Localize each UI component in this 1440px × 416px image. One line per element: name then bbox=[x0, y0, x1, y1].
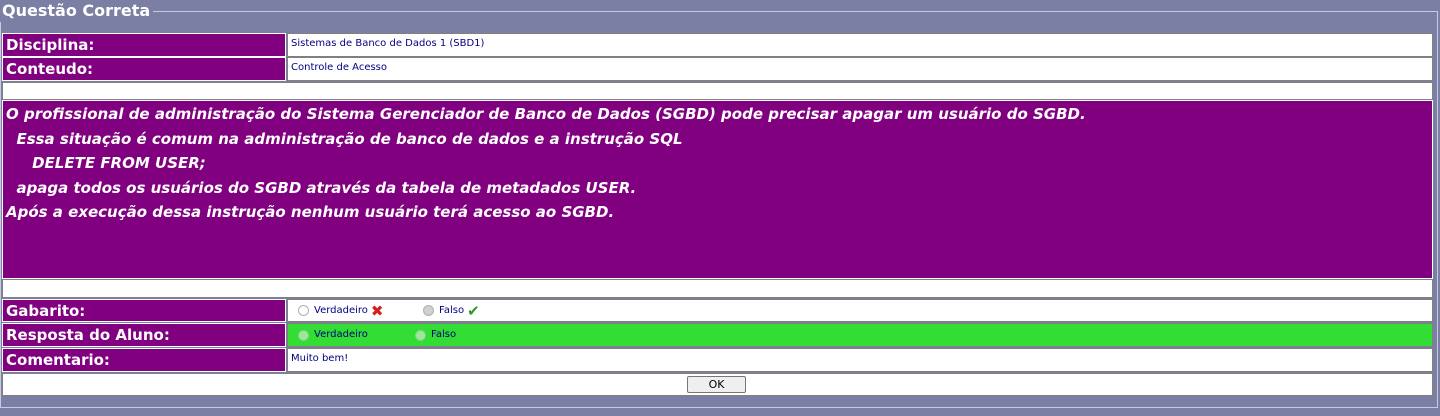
disciplina-row: Disciplina: Sistemas de Banco de Dados 1… bbox=[2, 33, 1433, 57]
panel-title: Questão Correta bbox=[0, 0, 154, 22]
gabarito-option-verdadeiro: Verdadeiro ✖ bbox=[298, 301, 423, 321]
gabarito-option-falso: Falso ✔ bbox=[423, 301, 480, 321]
comentario-value: Muito bem! bbox=[287, 348, 1433, 372]
question-line-4: DELETE FROM USER; bbox=[6, 154, 206, 172]
radio-icon bbox=[415, 329, 426, 341]
resposta-row: Resposta do Aluno: Verdadeiro Falso bbox=[2, 323, 1433, 347]
panel-border-bottom bbox=[0, 407, 1438, 408]
question-panel: Questão Correta Disciplina: Sistemas de … bbox=[0, 0, 1440, 416]
gabarito-option-label: Verdadeiro bbox=[314, 304, 368, 316]
resposta-option-falso: Falso bbox=[415, 325, 456, 345]
question-line-2: Essa situação é comum na administração d… bbox=[6, 129, 683, 148]
question-line-1: O profissional de administração do Siste… bbox=[6, 105, 1086, 123]
question-text: O profissional de administração do Siste… bbox=[2, 100, 1433, 279]
gabarito-options: Verdadeiro ✖ Falso ✔ bbox=[287, 299, 1433, 322]
x-icon: ✖ bbox=[370, 301, 384, 320]
comentario-row: Comentario: Muito bem! bbox=[2, 348, 1433, 372]
gabarito-option-label: Falso bbox=[439, 304, 465, 316]
spacer-row bbox=[2, 279, 1433, 298]
gabarito-row: Gabarito: Verdadeiro ✖ Falso ✔ bbox=[2, 299, 1433, 322]
radio-icon bbox=[298, 329, 309, 341]
ok-button[interactable]: OK bbox=[687, 376, 746, 393]
conteudo-row: Conteudo: Controle de Acesso bbox=[2, 57, 1433, 81]
gabarito-label: Gabarito: bbox=[2, 299, 286, 322]
resposta-option-label: Verdadeiro bbox=[314, 329, 368, 340]
panel-border-top bbox=[152, 11, 1438, 12]
spacer-row bbox=[2, 82, 1433, 100]
comentario-label: Comentario: bbox=[2, 348, 286, 372]
conteudo-label: Conteudo: bbox=[2, 57, 286, 81]
resposta-option-verdadeiro: Verdadeiro bbox=[298, 325, 415, 345]
disciplina-value: Sistemas de Banco de Dados 1 (SBD1) bbox=[287, 33, 1433, 57]
resposta-options: Verdadeiro Falso bbox=[287, 323, 1433, 347]
resposta-label: Resposta do Aluno: bbox=[2, 323, 286, 347]
question-line-6: apaga todos os usuários do SGBD através … bbox=[6, 178, 637, 197]
resposta-option-label: Falso bbox=[431, 329, 457, 340]
question-line-8: Após a execução dessa instrução nenhum u… bbox=[6, 203, 615, 221]
radio-icon bbox=[423, 305, 434, 316]
ok-row: OK bbox=[2, 373, 1433, 396]
disciplina-label: Disciplina: bbox=[2, 33, 286, 57]
panel-border-right bbox=[1437, 11, 1438, 408]
conteudo-value: Controle de Acesso bbox=[287, 57, 1433, 81]
panel-border-left bbox=[0, 11, 1, 408]
radio-icon bbox=[298, 305, 309, 316]
check-icon: ✔ bbox=[467, 301, 480, 320]
